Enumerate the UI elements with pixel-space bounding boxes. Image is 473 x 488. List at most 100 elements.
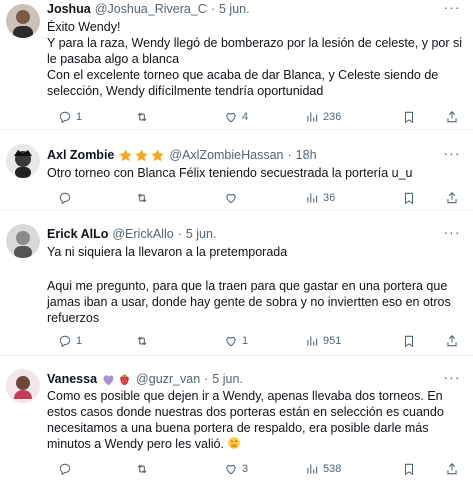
reply-count: 1 <box>76 111 83 123</box>
share-button[interactable] <box>445 460 459 478</box>
strawberry-icon <box>117 372 132 387</box>
like-count: 3 <box>242 463 249 475</box>
reply-button[interactable] <box>58 189 76 207</box>
retweet-icon <box>137 112 147 122</box>
hand-over-mouth-emoji <box>227 436 241 454</box>
separator-dot: · <box>210 2 215 16</box>
badge-group <box>118 148 165 163</box>
tweet-line: Con el excelente torneo que acaba de dar… <box>47 68 442 98</box>
share-icon <box>447 463 457 475</box>
user-handle[interactable]: @ErickAllo <box>112 225 173 243</box>
bookmark-button[interactable] <box>402 108 416 126</box>
bookmark-button[interactable] <box>402 460 416 478</box>
retweet-button[interactable] <box>135 108 153 126</box>
share-icon <box>447 335 457 347</box>
share-button[interactable] <box>445 332 459 350</box>
action-bar: 3 538 <box>47 460 463 478</box>
more-options-icon[interactable]: ··· <box>443 0 461 19</box>
heart-icon <box>226 465 236 475</box>
separator-dot: · <box>204 372 209 386</box>
action-bar: 1 4 236 <box>47 108 463 126</box>
like-count: 4 <box>242 111 249 123</box>
timestamp[interactable]: 5 jun. <box>212 370 243 388</box>
analytics-icon <box>307 464 318 474</box>
retweet-icon <box>137 464 147 474</box>
share-icon <box>447 192 457 204</box>
tweet-paragraph: Como es posible que dejen ir a Wendy, ap… <box>47 388 463 454</box>
bookmark-icon <box>404 335 414 348</box>
more-options-icon[interactable]: ··· <box>443 370 461 389</box>
separator-dot: · <box>287 148 292 162</box>
view-count: 538 <box>323 463 342 475</box>
user-handle[interactable]: @guzr_van <box>136 370 200 388</box>
view-count: 36 <box>323 192 336 204</box>
action-bar: 36 <box>47 189 463 207</box>
views-button[interactable]: 36 <box>305 189 335 207</box>
views-button[interactable]: 951 <box>305 332 341 350</box>
retweet-button[interactable] <box>135 189 153 207</box>
retweet-button[interactable] <box>135 332 153 350</box>
like-button[interactable]: 4 <box>224 108 248 126</box>
reply-icon <box>59 463 71 476</box>
tweet-line: Ya ni siquiera la llevaron a la pretempo… <box>47 245 288 259</box>
user-handle[interactable]: @Joshua_Rivera_C <box>95 0 207 18</box>
reply-icon <box>59 111 71 124</box>
retweet-icon <box>137 193 147 203</box>
display-name[interactable]: Vanessa <box>47 370 97 388</box>
star-icon <box>150 148 165 163</box>
user-handle[interactable]: @AxlZombieHassan <box>169 146 283 164</box>
action-bar: 1 1 951 <box>47 332 463 350</box>
analytics-icon <box>307 193 318 203</box>
display-name[interactable]: Joshua <box>47 0 91 18</box>
more-options-icon[interactable]: ··· <box>443 225 461 244</box>
more-options-icon[interactable]: ··· <box>443 146 461 165</box>
heart-icon <box>226 113 236 123</box>
bookmark-button[interactable] <box>402 332 416 350</box>
purple-heart-icon <box>101 372 116 387</box>
share-button[interactable] <box>445 108 459 126</box>
views-button[interactable]: 538 <box>305 460 341 478</box>
separator-dot: · <box>177 227 182 241</box>
share-button[interactable] <box>445 189 459 207</box>
reply-button[interactable]: 1 <box>58 332 82 350</box>
like-button[interactable] <box>224 189 242 207</box>
reply-icon <box>59 192 71 205</box>
avatar[interactable] <box>6 144 40 178</box>
star-icon <box>118 148 133 163</box>
like-button[interactable]: 3 <box>224 460 248 478</box>
retweet-icon <box>137 336 147 346</box>
timestamp[interactable]: 5 jun. <box>219 0 250 18</box>
bookmark-icon <box>404 111 414 124</box>
tweet-line: Y para la raza, Wendy llegó de bomberazo… <box>47 36 466 66</box>
reply-button[interactable]: 1 <box>58 108 82 126</box>
share-icon <box>447 111 457 123</box>
tweet-text: Ya ni siquiera la llevaron a la pretempo… <box>47 244 463 326</box>
tweet-text: Éxito Wendy! Y para la raza, Wendy llegó… <box>47 19 463 99</box>
avatar[interactable] <box>6 224 40 258</box>
avatar[interactable] <box>6 4 40 38</box>
view-count: 951 <box>323 335 342 347</box>
tweet-line: Aqui me pregunto, para que la traen para… <box>47 279 455 325</box>
tweet-erick-allo[interactable]: Erick AlLo @ErickAllo · 5 jun. ··· Ya ni… <box>0 211 473 356</box>
timestamp[interactable]: 5 jun. <box>186 225 217 243</box>
bookmark-button[interactable] <box>402 189 416 207</box>
display-name[interactable]: Erick AlLo <box>47 225 108 243</box>
retweet-button[interactable] <box>135 460 153 478</box>
tweet-text: Otro torneo con Blanca Félix teniendo se… <box>47 165 463 181</box>
analytics-icon <box>307 336 318 346</box>
views-button[interactable]: 236 <box>305 108 341 126</box>
avatar[interactable] <box>6 369 40 403</box>
tweet-text: Como es posible que dejen ir a Wendy, ap… <box>47 388 463 454</box>
tweet-axl-zombie[interactable]: Axl Zombie @AxlZombieHassan · 18h ··· Ot… <box>0 130 473 211</box>
like-button[interactable]: 1 <box>224 332 248 350</box>
star-icon <box>134 148 149 163</box>
like-count: 1 <box>242 335 249 347</box>
timestamp[interactable]: 18h <box>296 146 317 164</box>
analytics-icon <box>307 112 318 122</box>
display-name[interactable]: Axl Zombie <box>47 146 114 164</box>
tweet-line: Otro torneo con Blanca Félix teniendo se… <box>47 166 413 180</box>
tweet-joshua[interactable]: Joshua @Joshua_Rivera_C · 5 jun. ··· Éxi… <box>0 0 473 130</box>
reply-button[interactable] <box>58 460 76 478</box>
tweet-vanessa[interactable]: Vanessa @guzr_van · 5 jun. ··· Como es p… <box>0 356 473 488</box>
view-count: 236 <box>323 111 342 123</box>
